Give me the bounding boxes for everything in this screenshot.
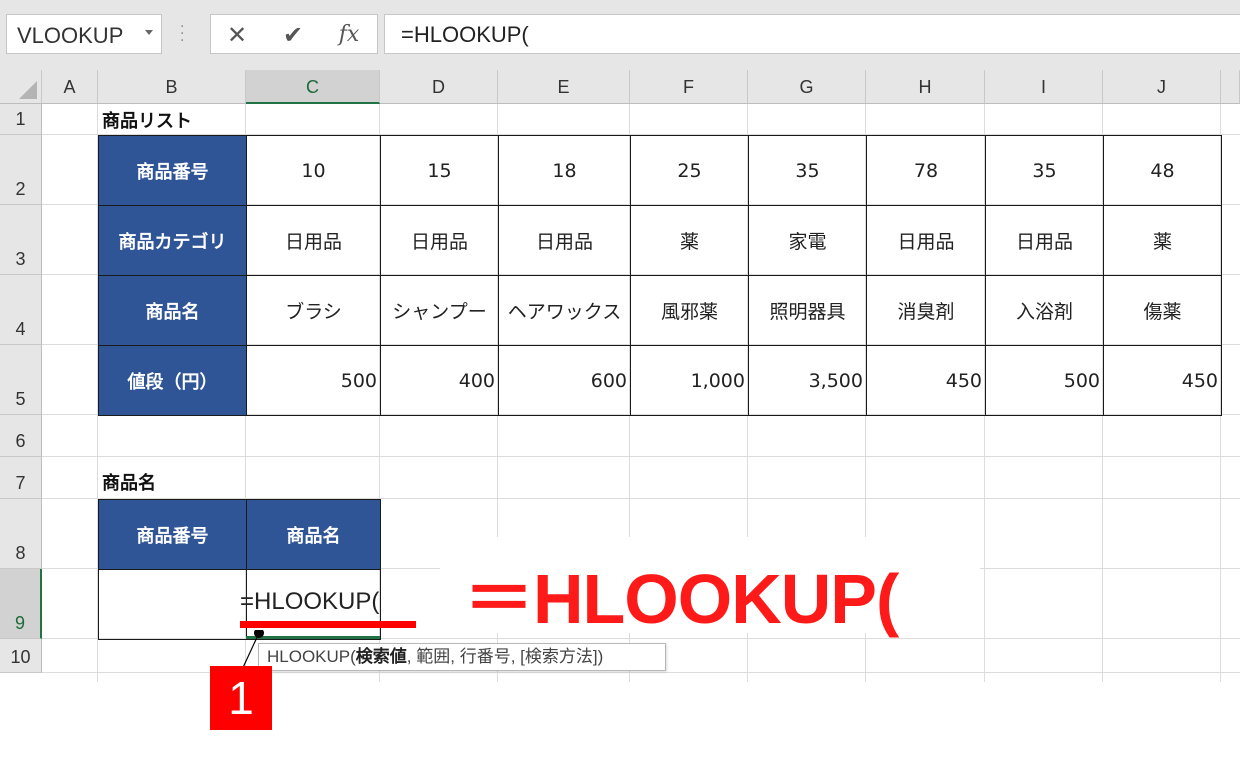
table-cell[interactable]: 1,000 — [630, 345, 749, 416]
table-cell[interactable]: 風邪薬 — [630, 275, 749, 346]
table-cell[interactable]: 450 — [866, 345, 986, 416]
row-header-5[interactable]: 5 — [0, 345, 42, 415]
column-header-b[interactable]: B — [98, 70, 246, 104]
column-header-h[interactable]: H — [866, 70, 985, 104]
table-cell[interactable]: 傷薬 — [1103, 275, 1222, 346]
formula-buttons: ✕ ✔ fx — [210, 14, 378, 54]
table-cell[interactable]: 78 — [866, 135, 986, 206]
row-number: 9 — [14, 613, 25, 633]
function-tooltip[interactable]: HLOOKUP(検索値, 範囲, 行番号, [検索方法]) — [258, 643, 666, 671]
step-badge: 1 — [210, 666, 272, 730]
formula-bar: VLOOKUP · · · ✕ ✔ fx =HLOOKUP( — [0, 0, 1240, 70]
chevron-down-icon[interactable] — [145, 30, 153, 35]
table-cell[interactable]: 薬 — [630, 205, 749, 276]
table-cell[interactable]: 家電 — [748, 205, 867, 276]
row-header-3[interactable]: 3 — [0, 205, 42, 275]
row-number: 10 — [10, 647, 31, 667]
table-row-header[interactable]: 値段（円） — [98, 345, 247, 416]
tooltip-active-arg[interactable]: 検索値 — [356, 647, 407, 666]
table-cell[interactable]: 日用品 — [246, 205, 381, 276]
row-header-1[interactable]: 1 — [0, 104, 42, 135]
column-header-overflow[interactable] — [1221, 70, 1240, 104]
table-cell[interactable]: 35 — [748, 135, 867, 206]
table-cell[interactable]: 25 — [630, 135, 749, 206]
name-box[interactable]: VLOOKUP — [6, 14, 162, 54]
row-header-4[interactable]: 4 — [0, 275, 42, 345]
column-header-f[interactable]: F — [630, 70, 748, 104]
row-header-8[interactable]: 8 — [0, 499, 42, 569]
row-header-9[interactable]: 9 — [0, 569, 42, 639]
row-header-6[interactable]: 6 — [0, 415, 42, 457]
column-header-g[interactable]: G — [748, 70, 866, 104]
column-header-c[interactable]: C — [246, 70, 380, 104]
row-header-10[interactable]: 10 — [0, 639, 42, 673]
table-row-header[interactable]: 商品名 — [98, 275, 247, 346]
drag-handle-icon[interactable]: · · · — [180, 20, 184, 48]
table-cell[interactable]: 日用品 — [380, 205, 499, 276]
row-number: 2 — [15, 179, 26, 199]
formula-text: =HLOOKUP( — [401, 22, 529, 47]
table-cell[interactable]: 10 — [246, 135, 381, 206]
table-cell[interactable]: 入浴剤 — [985, 275, 1104, 346]
formula-callout: ＝HLOOKUP( — [440, 537, 980, 638]
table-cell[interactable]: 3,500 — [748, 345, 867, 416]
highlight-underline — [240, 621, 416, 628]
name-box-value: VLOOKUP — [17, 23, 124, 48]
row-header-7[interactable]: 7 — [0, 457, 42, 499]
tooltip-func: HLOOKUP( — [267, 647, 356, 666]
table-cell[interactable]: 薬 — [1103, 205, 1222, 276]
table-cell[interactable]: 18 — [498, 135, 631, 206]
row-number: 1 — [15, 109, 26, 129]
lookup-title: 商品名 — [102, 473, 156, 494]
lookup-header-name[interactable]: 商品名 — [246, 499, 381, 570]
tooltip-rest-args: , 範囲, 行番号, [検索方法]) — [406, 647, 604, 666]
column-header-d[interactable]: D — [380, 70, 498, 104]
table-cell[interactable]: 消臭剤 — [866, 275, 986, 346]
table-cell[interactable]: 日用品 — [985, 205, 1104, 276]
column-header-e[interactable]: E — [498, 70, 630, 104]
lookup-input-cell[interactable] — [98, 569, 247, 640]
row-header-2[interactable]: 2 — [0, 135, 42, 205]
table-cell[interactable]: 照明器具 — [748, 275, 867, 346]
table-cell[interactable]: 500 — [985, 345, 1104, 416]
table-row-header[interactable]: 商品カテゴリ — [98, 205, 247, 276]
close-icon[interactable]: ✕ — [221, 19, 253, 51]
table-cell[interactable]: 35 — [985, 135, 1104, 206]
column-header-j[interactable]: J — [1103, 70, 1221, 104]
row-number: 7 — [15, 473, 26, 493]
formula-input[interactable]: =HLOOKUP( — [384, 14, 1240, 54]
row-number: 3 — [15, 249, 26, 269]
in-cell-formula: =HLOOKUP( — [240, 588, 380, 615]
list-title: 商品リスト — [102, 111, 192, 132]
table-cell[interactable]: 日用品 — [866, 205, 986, 276]
gridline — [42, 456, 1240, 457]
table-cell[interactable]: 450 — [1103, 345, 1222, 416]
table-cell[interactable]: 日用品 — [498, 205, 631, 276]
check-icon[interactable]: ✔ — [277, 19, 309, 51]
table-cell[interactable]: 48 — [1103, 135, 1222, 206]
column-header-i[interactable]: I — [985, 70, 1103, 104]
row-number: 8 — [15, 543, 26, 563]
triangle-icon — [19, 81, 37, 99]
column-header-a[interactable]: A — [42, 70, 98, 104]
table-cell[interactable]: 15 — [380, 135, 499, 206]
row-number: 4 — [15, 319, 26, 339]
table-cell[interactable]: 600 — [498, 345, 631, 416]
row-number: 5 — [15, 389, 26, 409]
row-number: 6 — [15, 431, 26, 451]
table-cell[interactable]: シャンプー — [380, 275, 499, 346]
lookup-header-number[interactable]: 商品番号 — [98, 499, 247, 570]
table-cell[interactable]: 500 — [246, 345, 381, 416]
table-cell[interactable]: ブラシ — [246, 275, 381, 346]
select-all-button[interactable] — [0, 70, 42, 104]
formula-callout-text: ＝HLOOKUP( — [464, 560, 899, 638]
table-row-header[interactable]: 商品番号 — [98, 135, 247, 206]
function-icon[interactable]: fx — [333, 19, 365, 51]
table-cell[interactable]: 400 — [380, 345, 499, 416]
table-cell[interactable]: ヘアワックス — [498, 275, 631, 346]
